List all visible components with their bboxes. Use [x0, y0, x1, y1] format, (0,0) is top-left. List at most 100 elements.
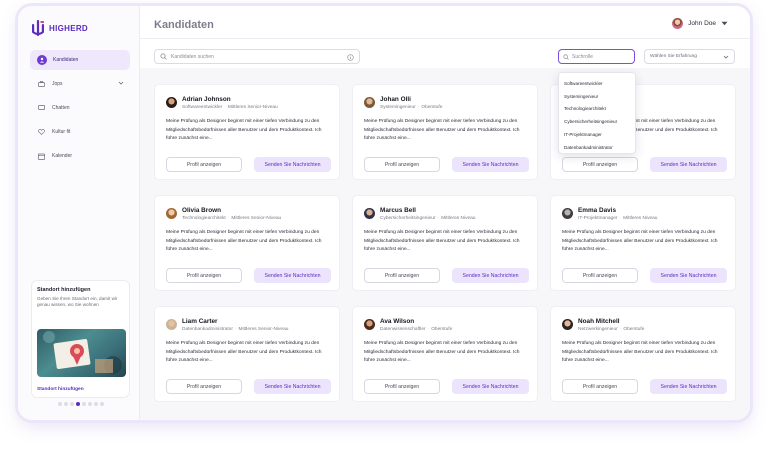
avatar	[562, 208, 573, 219]
search-icon	[563, 53, 569, 60]
candidate-name[interactable]: Noah Mitchell	[578, 318, 620, 325]
info-icon[interactable]	[347, 54, 354, 61]
candidate-card: Emma Davis IT-Projektmanager · Mittleres N…	[550, 195, 736, 291]
candidate-level: Oberstufe	[431, 327, 453, 332]
sidebar-item-kandidaten[interactable]: Kandidaten	[30, 50, 130, 70]
pager-dot[interactable]	[58, 402, 62, 406]
experience-placeholder: Wählen Sie Erfahrung	[650, 54, 697, 59]
view-profile-button[interactable]: Profil anzeigen	[562, 379, 638, 394]
view-profile-button[interactable]: Profil anzeigen	[364, 379, 440, 394]
view-profile-button[interactable]: Profil anzeigen	[166, 379, 242, 394]
pager-dot[interactable]	[70, 402, 74, 406]
meta-separator: ·	[227, 216, 230, 221]
send-message-button[interactable]: Senden Sie Nachrichten	[254, 379, 331, 394]
user-menu[interactable]: John Doe	[672, 18, 728, 29]
pager-dot[interactable]	[94, 402, 98, 406]
candidate-name[interactable]: Liam Carter	[182, 318, 218, 325]
chevron-down-icon	[723, 55, 729, 59]
dropdown-option[interactable]: Technologiearchitekt	[559, 103, 635, 116]
chevron-down-icon[interactable]	[118, 80, 124, 88]
candidate-card: Noah Mitchell Netzwerkingenieur · Oberstuf…	[550, 306, 736, 402]
meta-separator: ·	[437, 216, 440, 221]
candidate-name[interactable]: Johan Olli	[380, 96, 411, 103]
candidate-level: Mittleres Senior-Niveau	[231, 216, 282, 221]
view-profile-button[interactable]: Profil anzeigen	[166, 268, 242, 283]
meta-separator: ·	[619, 327, 622, 332]
send-message-button[interactable]: Senden Sie Nachrichten	[254, 157, 331, 172]
avatar	[166, 319, 177, 330]
send-message-button[interactable]: Senden Sie Nachrichten	[452, 157, 529, 172]
pager-dot[interactable]	[82, 402, 86, 406]
briefcase-icon	[37, 80, 45, 88]
send-message-button[interactable]: Senden Sie Nachrichten	[650, 268, 727, 283]
candidate-name[interactable]: Emma Davis	[578, 207, 616, 214]
candidate-description: Meine Prüfung als Designer beginnt mit e…	[364, 119, 520, 142]
sidebar-item-label: Kultur fit	[52, 129, 71, 135]
candidate-level: Mittleres Senior-Niveau	[238, 327, 289, 332]
candidate-level: Oberstufe	[623, 327, 645, 332]
dropdown-option[interactable]: Systemingenieur	[559, 90, 635, 103]
pager-dot[interactable]	[88, 402, 92, 406]
dropdown-option[interactable]: Datenbankadministrator	[559, 141, 635, 154]
candidate-meta: Technologiearchitekt · Mittleres Senior-Ni…	[182, 216, 281, 221]
candidate-name[interactable]: Marcus Bell	[380, 207, 416, 214]
send-message-button[interactable]: Senden Sie Nachrichten	[650, 379, 727, 394]
sidebar-item-label: Chatten	[52, 105, 70, 111]
meta-separator: ·	[619, 216, 622, 221]
view-profile-button[interactable]: Profil anzeigen	[166, 157, 242, 172]
candidate-meta: Datenbankadministrator · Mittleres Senior-…	[182, 327, 288, 332]
promo-pager	[58, 402, 104, 406]
dropdown-option[interactable]: IT-Projektmanager	[559, 128, 635, 141]
user-name: John Doe	[688, 20, 716, 27]
candidate-role: Netzwerkingenieur	[578, 327, 618, 332]
candidate-name[interactable]: Ava Wilson	[380, 318, 414, 325]
view-profile-button[interactable]: Profil anzeigen	[562, 157, 638, 172]
sidebar-item-jops[interactable]: Jops	[30, 74, 130, 94]
dropdown-option[interactable]: Softwareentwickler	[559, 77, 635, 90]
send-message-button[interactable]: Senden Sie Nachrichten	[452, 379, 529, 394]
experience-select[interactable]: Wählen Sie Erfahrung	[644, 49, 735, 64]
avatar	[672, 18, 684, 29]
candidate-meta: IT-Projektmanager · Mittleres Niveau	[578, 216, 657, 221]
role-placeholder: Suchrolle	[572, 53, 593, 60]
role-dropdown-menu: Softwareentwickler Systemingenieur Techn…	[558, 72, 636, 154]
promo-text: Geben Sie Ihren Standort ein, damit wir …	[37, 296, 118, 307]
sidebar-item-kultur-fit[interactable]: Kultur fit	[30, 122, 130, 142]
app-window: HIGHERD Kandidaten Jops Chatten Kultur f…	[18, 6, 750, 420]
location-pin-card-illustration	[37, 329, 126, 377]
pager-dot[interactable]	[100, 402, 104, 406]
location-promo-card: Standort hinzufügen Geben Sie Ihren Stan…	[31, 280, 130, 398]
candidate-description: Meine Prüfung als Designer beginnt mit e…	[364, 230, 520, 253]
candidate-level: Mittleres Senior-Niveau	[227, 105, 278, 110]
candidate-name[interactable]: Adrian Johnson	[182, 96, 231, 103]
pager-dot[interactable]	[64, 402, 68, 406]
candidate-search-input[interactable]: Kandidaten suchen	[154, 49, 360, 64]
sidebar-item-kalender[interactable]: Kalender	[30, 146, 130, 166]
send-message-button[interactable]: Senden Sie Nachrichten	[650, 157, 727, 172]
candidate-meta: Datenwissenschaftler · Oberstufe	[380, 327, 452, 332]
avatar	[166, 97, 177, 108]
sidebar-item-chatten[interactable]: Chatten	[30, 98, 130, 118]
pager-dot-active[interactable]	[76, 402, 80, 406]
promo-title: Standort hinzufügen	[37, 287, 91, 293]
candidate-role: IT-Projektmanager	[578, 216, 618, 221]
avatar	[562, 319, 573, 330]
send-message-button[interactable]: Senden Sie Nachrichten	[452, 268, 529, 283]
view-profile-button[interactable]: Profil anzeigen	[364, 268, 440, 283]
candidate-role: Softwareentwickler	[182, 105, 223, 110]
candidate-card: Marcus Bell Cybersicherheitsingenieur · Mi…	[352, 195, 538, 291]
sidebar-item-label: Jops	[52, 81, 63, 87]
candidate-card: Johan Olli Systemingenieur · Oberstufe Mei…	[352, 84, 538, 180]
send-message-button[interactable]: Senden Sie Nachrichten	[254, 268, 331, 283]
candidate-description: Meine Prüfung als Designer beginnt mit e…	[562, 341, 718, 364]
candidate-description: Meine Prüfung als Designer beginnt mit e…	[166, 341, 322, 364]
dropdown-option[interactable]: Cybersicherheitsingenieur	[559, 115, 635, 128]
meta-separator: ·	[224, 105, 226, 110]
logo[interactable]: HIGHERD	[32, 20, 88, 36]
add-location-link[interactable]: Standort hinzufügen	[37, 387, 84, 392]
role-search-input[interactable]: Suchrolle	[558, 49, 635, 64]
candidate-name[interactable]: Olivia Brown	[182, 207, 221, 214]
view-profile-button[interactable]: Profil anzeigen	[364, 157, 440, 172]
chat-icon	[37, 104, 45, 112]
view-profile-button[interactable]: Profil anzeigen	[562, 268, 638, 283]
